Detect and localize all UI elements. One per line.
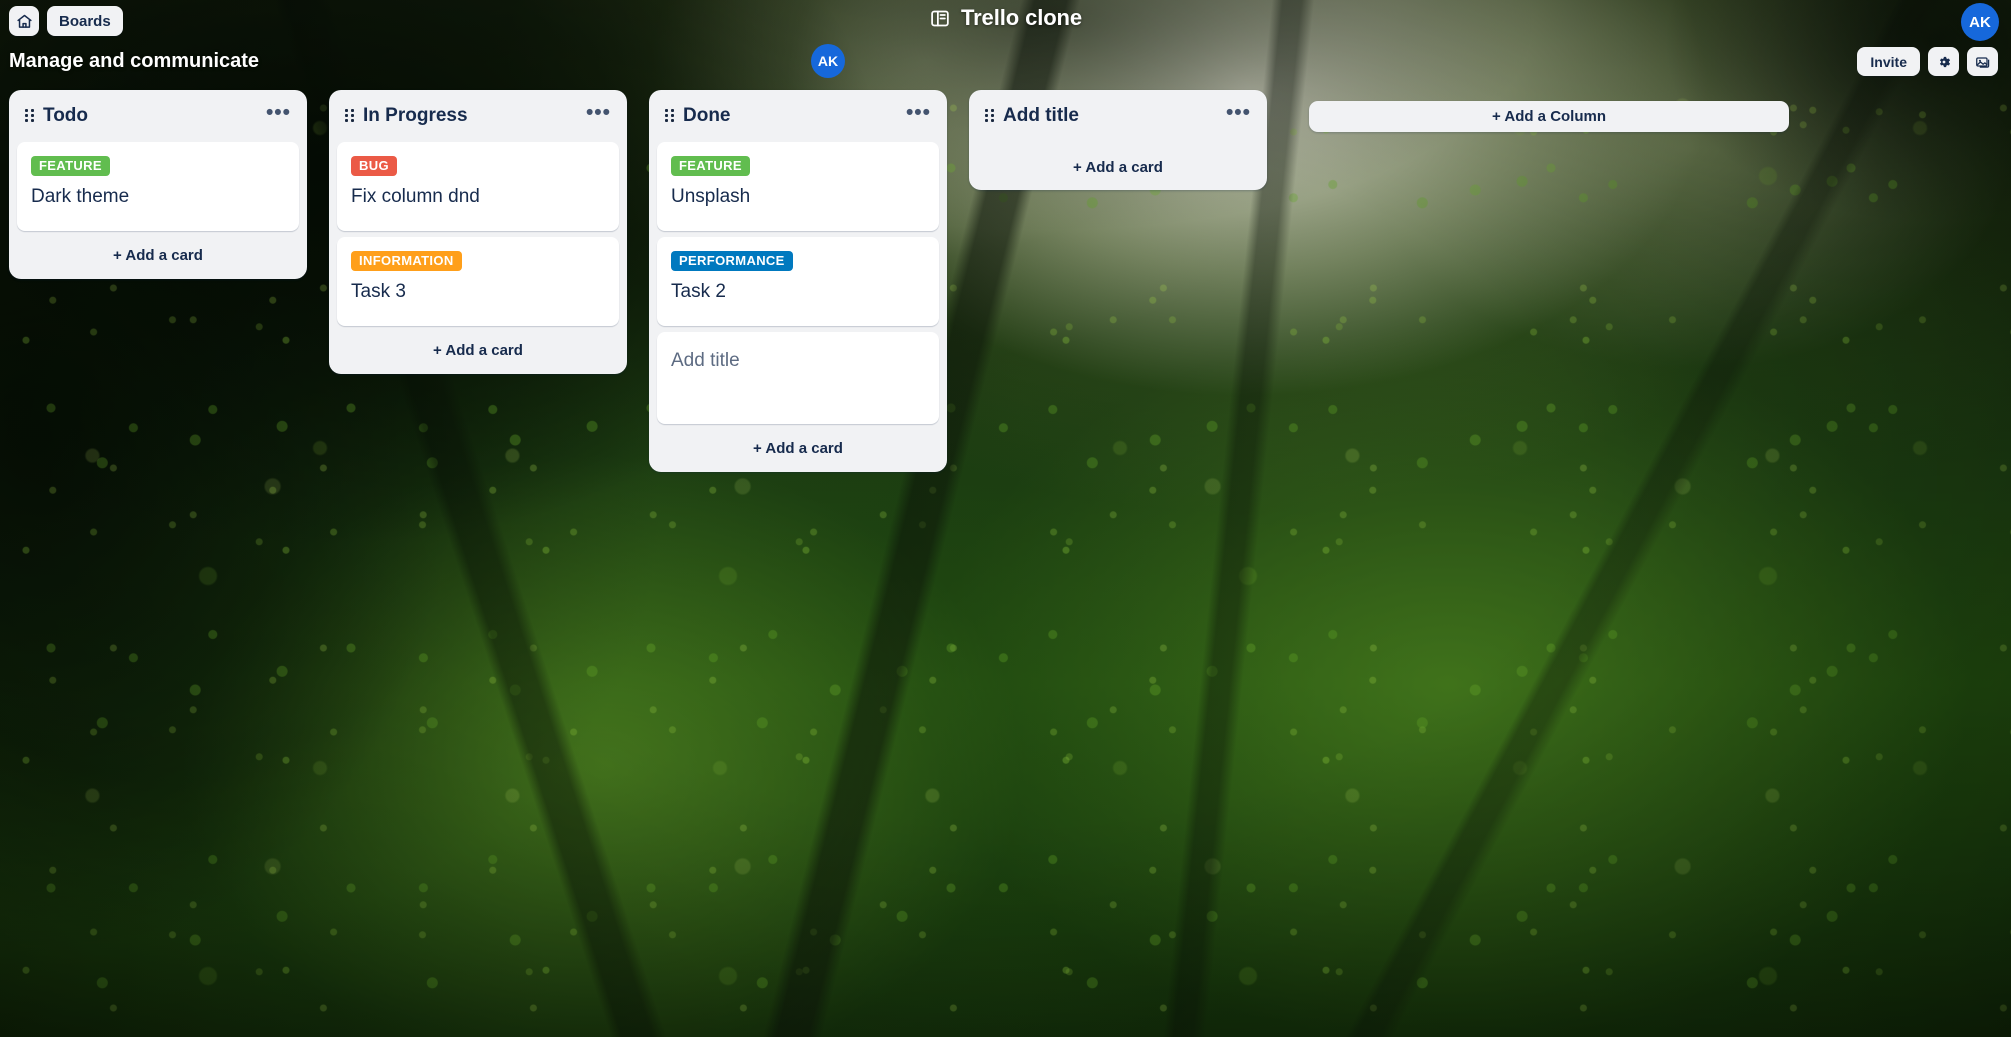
column-menu-button[interactable]: ••• [1224, 102, 1253, 130]
column-header: Add title ••• [969, 90, 1267, 142]
board-column: Done ••• FEATURE Unsplash PERFORMANCE Task 2 A… [649, 90, 947, 472]
column-card-list: BUG Fix column dnd INFORMATION Task 3 [329, 142, 627, 326]
app-title: Trello clone [960, 5, 1083, 30]
drag-handle-icon[interactable] [985, 109, 995, 123]
home-icon [16, 13, 33, 30]
add-card-button[interactable]: + Add a card [657, 434, 939, 464]
board-name: Manage and communicate [9, 50, 260, 72]
card-title[interactable]: Task 2 [671, 281, 925, 304]
card-title-placeholder[interactable]: Add title [671, 350, 925, 373]
column-menu-button[interactable]: ••• [264, 102, 293, 130]
column-card-list: FEATURE Dark theme [9, 142, 307, 231]
card-title[interactable]: Fix column dnd [351, 186, 605, 209]
card-label-badge: PERFORMANCE [671, 250, 793, 271]
column-title[interactable]: Add title [1003, 105, 1216, 127]
board-actions-group: Invite [1857, 47, 1998, 76]
column-header: Todo ••• [9, 90, 307, 142]
invite-button[interactable]: Invite [1857, 47, 1920, 76]
column-header: Done ••• [649, 90, 947, 142]
board-card[interactable]: FEATURE Dark theme [17, 142, 299, 231]
boards-button[interactable]: Boards [47, 6, 123, 36]
column-title[interactable]: Todo [43, 105, 256, 127]
card-label-badge: INFORMATION [351, 250, 462, 271]
add-card-button[interactable]: + Add a card [977, 152, 1259, 182]
card-label-badge: FEATURE [31, 156, 110, 176]
account-avatar[interactable]: AK [1961, 3, 1999, 41]
gear-icon [1936, 54, 1952, 70]
image-icon [1975, 54, 1991, 70]
board-background-button[interactable] [1967, 47, 1998, 76]
column-card-list: FEATURE Unsplash PERFORMANCE Task 2 Add titl… [649, 142, 947, 424]
board-card[interactable]: PERFORMANCE Task 2 [657, 236, 939, 326]
add-column-button[interactable]: + Add a Column [1309, 101, 1789, 132]
board-columns-container: Todo ••• FEATURE Dark theme + Add a card In P… [0, 90, 2011, 472]
card-title[interactable]: Unsplash [671, 186, 925, 209]
column-header: In Progress ••• [329, 90, 627, 142]
boards-button-label: Boards [59, 12, 111, 30]
drag-handle-icon[interactable] [25, 109, 35, 123]
board-card[interactable]: FEATURE Unsplash [657, 142, 939, 231]
top-navigation-bar: Boards Trello clone AK [0, 0, 2011, 48]
card-label-badge: FEATURE [671, 156, 750, 176]
board-settings-button[interactable] [1928, 47, 1959, 76]
home-button[interactable] [9, 6, 39, 36]
top-nav-left-group: Boards [9, 6, 123, 36]
app-title-group: Trello clone [929, 5, 1082, 31]
column-title[interactable]: In Progress [363, 105, 576, 127]
add-card-button[interactable]: + Add a card [337, 336, 619, 366]
column-menu-button[interactable]: ••• [904, 102, 933, 130]
board-card[interactable]: BUG Fix column dnd [337, 142, 619, 231]
board-column: Todo ••• FEATURE Dark theme + Add a card [9, 90, 307, 279]
drag-handle-icon[interactable] [345, 109, 355, 123]
board-card[interactable]: Add title [657, 331, 939, 424]
board-column: In Progress ••• BUG Fix column dnd INFORMATI… [329, 90, 627, 374]
add-card-button[interactable]: + Add a card [17, 241, 299, 271]
column-title[interactable]: Done [683, 105, 896, 127]
trello-clone-app: Boards Trello clone AK Manage and commun… [0, 0, 2011, 1037]
board-card[interactable]: INFORMATION Task 3 [337, 236, 619, 326]
card-label-badge: BUG [351, 156, 397, 176]
board-icon [929, 8, 950, 29]
board-column: Add title ••• + Add a card [969, 90, 1267, 190]
column-menu-button[interactable]: ••• [584, 102, 613, 130]
invite-button-label: Invite [1870, 53, 1907, 70]
board-member-avatar[interactable]: AK [811, 44, 845, 78]
card-title[interactable]: Task 3 [351, 281, 605, 304]
drag-handle-icon[interactable] [665, 109, 675, 123]
card-title[interactable]: Dark theme [31, 186, 285, 209]
